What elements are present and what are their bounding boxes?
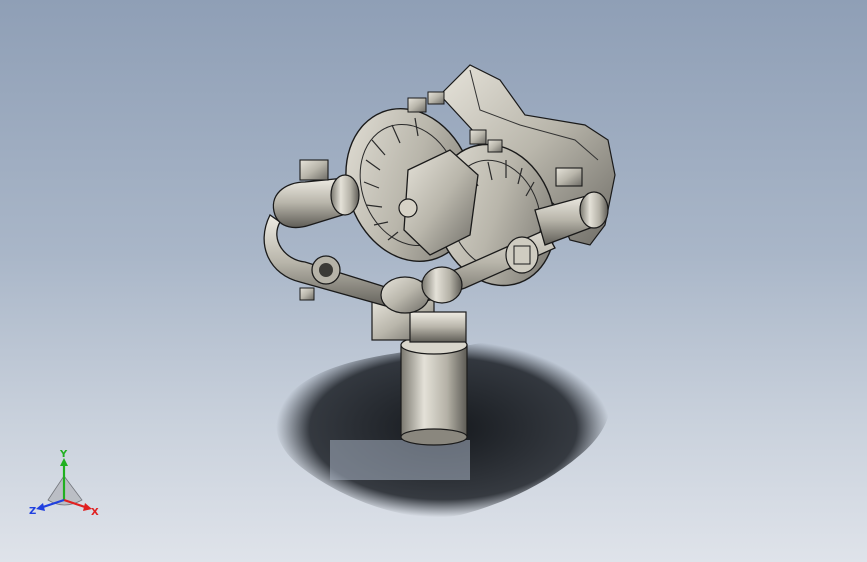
graphics-viewport[interactable]: Y X Z: [0, 0, 867, 562]
triad-x-label: X: [91, 507, 99, 518]
triad-y-label: Y: [59, 449, 68, 460]
orientation-triad: Y X Z: [29, 449, 99, 518]
triad-z-label: Z: [29, 506, 36, 517]
pump-3d-model[interactable]: [0, 0, 867, 562]
